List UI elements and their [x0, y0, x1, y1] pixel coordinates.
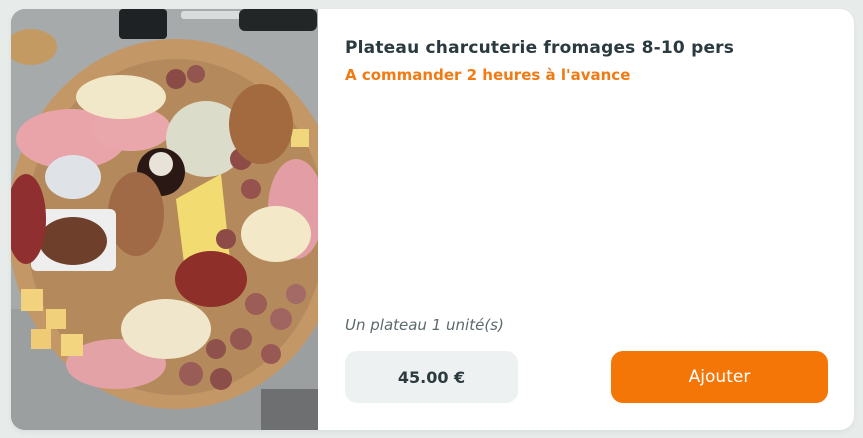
add-to-cart-button[interactable]: Ajouter: [611, 351, 828, 403]
charcuterie-platter-image: [11, 9, 318, 430]
order-notice: A commander 2 heures à l'avance: [345, 66, 631, 84]
product-card: Plateau charcuterie fromages 8-10 pers A…: [11, 9, 854, 430]
product-info: Plateau charcuterie fromages 8-10 pers A…: [345, 9, 854, 430]
product-title: Plateau charcuterie fromages 8-10 pers: [345, 38, 735, 58]
price-badge: 45.00 €: [345, 351, 518, 403]
unit-label: Un plateau 1 unité(s): [345, 316, 504, 334]
product-photo[interactable]: [11, 9, 318, 430]
